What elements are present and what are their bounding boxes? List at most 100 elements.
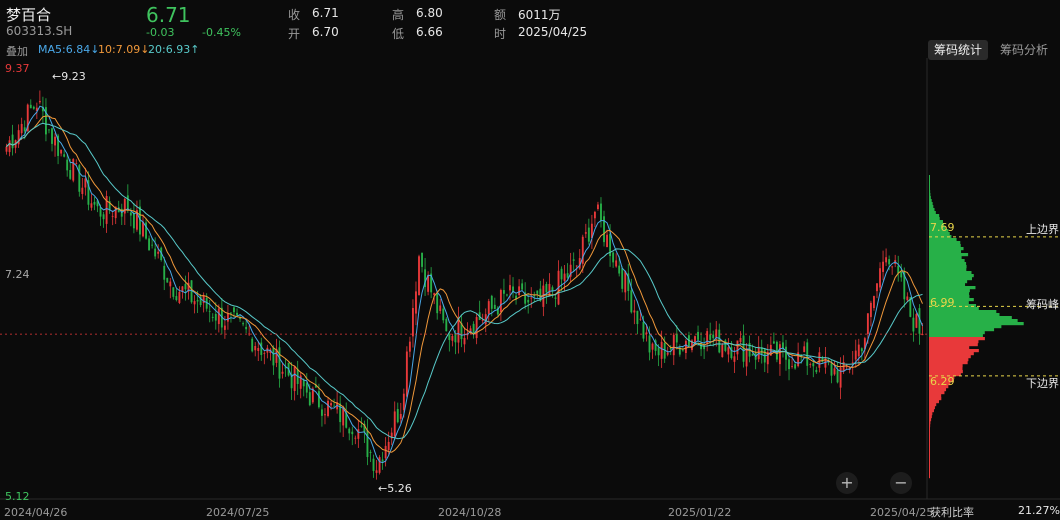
- candle-body: [129, 212, 132, 216]
- zoom-in-button[interactable]: +: [836, 472, 858, 494]
- candle-body: [230, 312, 232, 314]
- x-axis-label-4: 2025/01/22: [668, 506, 732, 519]
- candle-body: [736, 340, 739, 355]
- chip-bar: [929, 178, 930, 182]
- candle-body: [293, 366, 296, 392]
- candle-body: [396, 409, 399, 423]
- candlestick-chart[interactable]: [0, 0, 1060, 520]
- candle-body: [809, 364, 812, 365]
- chip-bar: [929, 313, 1000, 317]
- candle-body: [642, 321, 645, 339]
- candle-body: [278, 347, 281, 379]
- chip-bar: [929, 388, 947, 392]
- lower-bound-value: 6.29: [930, 375, 955, 388]
- candle-body: [60, 149, 63, 154]
- candle-body: [99, 207, 102, 217]
- zoom-out-button[interactable]: −: [890, 472, 912, 494]
- candle-body: [66, 159, 69, 171]
- chip-bar: [929, 355, 971, 359]
- chip-bar: [929, 265, 967, 269]
- candle-body: [175, 296, 178, 301]
- candle-body: [375, 470, 378, 473]
- chip-bar: [929, 325, 1002, 329]
- chip-peak-label: 筹码峰: [1026, 298, 1059, 311]
- chip-bar: [929, 367, 963, 371]
- candle-body: [709, 334, 712, 340]
- candle-body: [405, 351, 408, 397]
- candle-body: [745, 348, 748, 367]
- chip-bar: [929, 469, 930, 473]
- candle-body: [223, 325, 226, 330]
- candle-body: [5, 146, 8, 152]
- candle-body: [81, 187, 84, 194]
- candle-body: [305, 382, 308, 393]
- candle-body: [669, 348, 672, 350]
- candle-body: [584, 232, 587, 234]
- x-axis-label-5: 2025/04/25: [870, 506, 934, 519]
- candle-body: [327, 400, 329, 417]
- candle-body: [126, 195, 129, 211]
- candle-body: [672, 334, 675, 356]
- candle-body: [308, 392, 311, 406]
- chip-bar: [929, 289, 970, 293]
- candle-body: [606, 234, 608, 248]
- chip-bar: [929, 412, 933, 416]
- candle-body: [38, 100, 41, 103]
- ma20-line: [6, 122, 923, 440]
- candle-body: [211, 316, 214, 318]
- chip-bar: [929, 460, 930, 464]
- chip-bar: [929, 445, 930, 449]
- candle-body: [727, 347, 730, 355]
- chip-bar: [929, 214, 940, 218]
- candle-body: [196, 300, 199, 302]
- candle-body: [836, 370, 839, 383]
- chip-bar: [929, 400, 940, 404]
- chip-bar: [929, 280, 968, 284]
- candle-body: [260, 342, 263, 355]
- candle-body: [778, 344, 781, 365]
- candle-body: [63, 154, 66, 157]
- candle-body: [636, 310, 639, 325]
- candle-body: [615, 260, 618, 267]
- chip-bar: [929, 409, 934, 413]
- candle-body: [502, 290, 505, 294]
- candle-body: [445, 318, 448, 332]
- candle-body: [169, 281, 172, 287]
- chip-bar: [929, 211, 936, 215]
- candle-body: [487, 301, 490, 314]
- chip-bar: [929, 475, 930, 479]
- chip-bar: [929, 430, 930, 434]
- candle-body: [251, 338, 254, 352]
- candle-body: [530, 297, 533, 299]
- candle-body: [166, 277, 169, 283]
- chip-bar: [929, 391, 945, 395]
- candle-body: [612, 252, 615, 263]
- candle-body: [618, 265, 621, 274]
- candle-body: [411, 308, 414, 337]
- chip-bar: [929, 370, 963, 374]
- candle-body: [272, 347, 275, 366]
- candle-body: [123, 198, 126, 214]
- chip-bar: [929, 268, 967, 272]
- chip-bar: [929, 277, 973, 281]
- chip-bar: [929, 286, 976, 290]
- candle-body: [333, 405, 336, 407]
- candle-body: [242, 323, 245, 325]
- candle-body: [151, 244, 154, 246]
- candle-body: [475, 317, 478, 339]
- candle-body: [493, 304, 496, 309]
- candle-body: [481, 320, 484, 321]
- y-axis-max-label: 9.37: [5, 62, 30, 75]
- candle-body: [833, 368, 836, 375]
- candle-body: [154, 248, 157, 257]
- chip-bar: [929, 403, 937, 407]
- candle-body: [399, 413, 402, 419]
- chip-bar: [929, 250, 962, 254]
- candle-body: [75, 163, 78, 164]
- candle-body: [157, 251, 160, 254]
- chip-bar: [929, 190, 931, 194]
- candle-body: [354, 437, 357, 439]
- candle-body: [172, 287, 175, 297]
- chip-bar: [929, 394, 942, 398]
- candle-body: [791, 366, 794, 367]
